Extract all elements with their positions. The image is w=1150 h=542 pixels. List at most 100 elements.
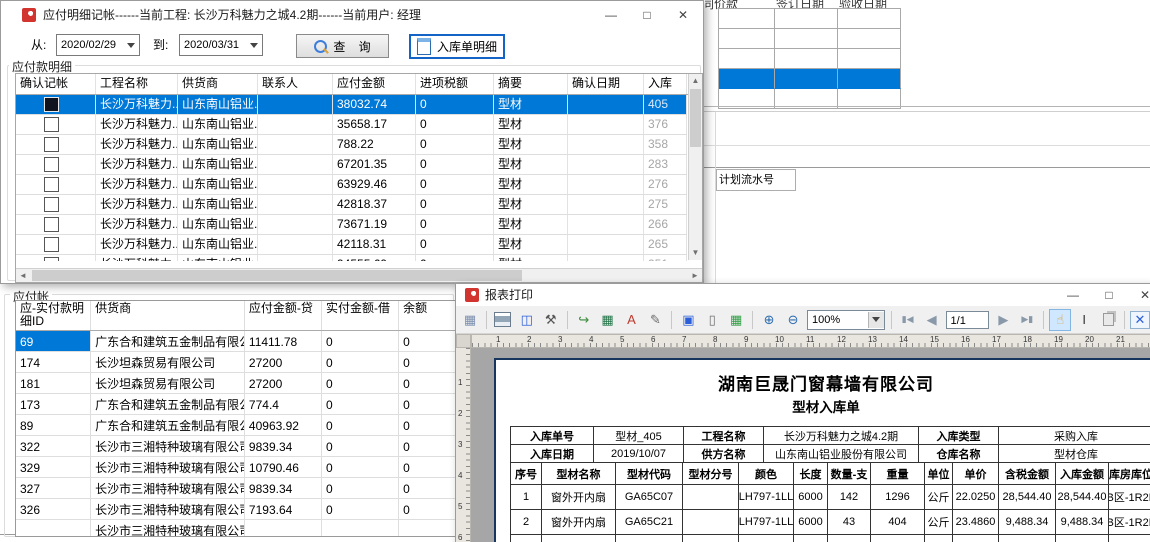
table-row[interactable]: 173广东合和建筑五金制品有限公司774.400	[16, 394, 456, 415]
chevron-down-icon[interactable]	[246, 43, 262, 48]
confirm-checkbox[interactable]	[44, 177, 59, 192]
ruler-mark: 8	[713, 335, 717, 344]
cell: 94555.69	[333, 255, 416, 261]
scroll-up-icon[interactable]: ▲	[689, 74, 702, 88]
table-row[interactable]: 长沙万科魅力...山东南山铝业...73671.190型材266	[16, 215, 687, 235]
table-row[interactable]: 181长沙坦森贸易有限公司2720000	[16, 373, 456, 394]
plan-serial-field[interactable]: 计划流水号	[716, 169, 796, 191]
cell-checkbox	[16, 95, 96, 114]
prev-page-icon[interactable]: ◀	[921, 309, 943, 331]
table-row[interactable]	[719, 49, 901, 69]
confirm-checkbox[interactable]	[44, 217, 59, 232]
table-row[interactable]: 长沙万科魅力...山东南山铝业...42818.370型材275	[16, 195, 687, 215]
table-row[interactable]: 长沙万科魅力...山东南山铝业...788.220型材358	[16, 135, 687, 155]
table-row[interactable]: 长沙万科魅力...山东南山铝业...42118.310型材265	[16, 235, 687, 255]
multi-page-icon[interactable]: ▦	[725, 309, 747, 331]
table-row[interactable]: 329长沙市三湘特种玻璃有限公司10790.4600	[16, 457, 456, 478]
options-icon[interactable]: ⚒	[540, 309, 562, 331]
info-label: 供方名称	[684, 445, 764, 463]
scrollbar-thumb[interactable]	[32, 270, 522, 281]
cell	[258, 155, 333, 174]
print-icon[interactable]	[492, 309, 514, 331]
minimize-button[interactable]: —	[1055, 284, 1091, 306]
to-label: 到:	[153, 34, 168, 56]
cell	[568, 255, 644, 261]
query-button[interactable]: 查 询	[296, 34, 389, 58]
table-row[interactable]: 长沙市三湘特种玻璃有限公司	[16, 520, 456, 537]
column-header: 摘要	[494, 74, 568, 94]
report-design-icon[interactable]: ▦	[459, 309, 481, 331]
vertical-scrollbar[interactable]: ▲ ▼	[688, 74, 702, 260]
confirm-checkbox[interactable]	[44, 97, 59, 112]
chevron-down-icon[interactable]	[123, 43, 139, 48]
info-value: 型材_405	[594, 427, 684, 445]
title-bar[interactable]: 应付明细记帐------当前工程: 长沙万科魅力之城4.2期------当前用户…	[1, 1, 703, 29]
confirm-checkbox[interactable]	[44, 257, 59, 261]
rtf-export-icon[interactable]: ✎	[644, 309, 666, 331]
single-page-icon[interactable]: ▯	[701, 309, 723, 331]
minimize-button[interactable]: —	[593, 1, 629, 29]
confirm-checkbox[interactable]	[44, 117, 59, 132]
next-page-icon[interactable]: ▶	[992, 309, 1014, 331]
scrollbar-thumb[interactable]	[690, 89, 701, 147]
cell: 27200	[245, 352, 322, 373]
last-page-icon[interactable]: ▶▮	[1016, 309, 1038, 331]
from-date-select[interactable]: 2020/02/29	[56, 34, 140, 56]
divider	[703, 106, 1150, 107]
table-row[interactable]: 326长沙市三湘特种玻璃有限公司7193.6400	[16, 499, 456, 520]
zoom-combo[interactable]: 100%	[807, 310, 885, 330]
page-setup-icon[interactable]: ◫	[516, 309, 538, 331]
close-button[interactable]: ✕	[1127, 284, 1150, 306]
hand-tool-icon[interactable]: ☝	[1049, 309, 1071, 331]
print-preview-area[interactable]: 湖南巨晟门窗幕墙有限公司 型材入库单 入库单号型材_405工程名称长沙万科魅力之…	[471, 348, 1150, 542]
title-bar[interactable]: 报表打印 — □ ✕	[456, 284, 1150, 307]
table-row[interactable]: 长沙万科魅力...山东南山铝业...38032.740型材405	[16, 95, 687, 115]
table-row[interactable]: 89广东合和建筑五金制品有限公司40963.9200	[16, 415, 456, 436]
to-date-select[interactable]: 2020/03/31	[179, 34, 263, 56]
table-row[interactable]: 长沙万科魅力...山东南山铝业...35658.170型材376	[16, 115, 687, 135]
confirm-checkbox[interactable]	[44, 157, 59, 172]
scroll-right-icon[interactable]: ►	[688, 269, 702, 282]
table-row[interactable]	[719, 9, 901, 29]
close-preview-icon[interactable]: ✕	[1130, 311, 1150, 329]
maximize-button[interactable]: □	[629, 1, 665, 29]
receipt-detail-button[interactable]: 入库单明细	[409, 34, 505, 59]
table-row[interactable]: 322长沙市三湘特种玻璃有限公司9839.3400	[16, 436, 456, 457]
table-row[interactable]: 长沙万科魅力...山东南山铝业...94555.690型材251	[16, 255, 687, 261]
first-page-icon[interactable]: ▮◀	[897, 309, 919, 331]
zoom-in-icon[interactable]: ⊕	[758, 309, 780, 331]
cell: 型材	[494, 115, 568, 134]
scroll-left-icon[interactable]: ◄	[16, 269, 30, 282]
table-row[interactable]: 长沙万科魅力...山东南山铝业...63929.460型材276	[16, 175, 687, 195]
table-row[interactable]: 327长沙市三湘特种玻璃有限公司9839.3400	[16, 478, 456, 499]
chevron-down-icon[interactable]	[868, 312, 884, 328]
cell: 0	[399, 457, 456, 478]
toolbar-separator	[567, 311, 568, 329]
zoom-out-icon[interactable]: ⊖	[782, 309, 804, 331]
confirm-checkbox[interactable]	[44, 137, 59, 152]
copy-icon[interactable]	[1097, 309, 1119, 331]
table-row[interactable]	[719, 69, 901, 89]
save-icon[interactable]: ▣	[677, 309, 699, 331]
cell	[258, 235, 333, 254]
table-row[interactable]	[719, 29, 901, 49]
page-number-box[interactable]: 1/1	[946, 311, 990, 329]
cell	[568, 95, 644, 114]
pdf-export-icon[interactable]: A	[621, 309, 643, 331]
close-button[interactable]: ✕	[665, 1, 701, 29]
horizontal-scrollbar[interactable]: ◄ ►	[16, 268, 702, 282]
cell: 251	[644, 255, 687, 261]
window-title: 应付明细记帐------当前工程: 长沙万科魅力之城4.2期------当前用户…	[43, 1, 421, 29]
cell	[16, 520, 91, 537]
ruler-mark: 14	[899, 335, 908, 344]
excel-export-icon[interactable]: ▦	[597, 309, 619, 331]
table-row[interactable]: 长沙万科魅力...山东南山铝业...67201.350型材283	[16, 155, 687, 175]
table-row[interactable]: 69广东合和建筑五金制品有限公司11411.7800	[16, 331, 456, 352]
text-select-icon[interactable]: I	[1073, 309, 1095, 331]
confirm-checkbox[interactable]	[44, 237, 59, 252]
maximize-button[interactable]: □	[1091, 284, 1127, 306]
confirm-checkbox[interactable]	[44, 197, 59, 212]
table-row[interactable]: 174长沙坦森贸易有限公司2720000	[16, 352, 456, 373]
export-icon[interactable]: ↪	[573, 309, 595, 331]
scroll-down-icon[interactable]: ▼	[689, 246, 702, 260]
